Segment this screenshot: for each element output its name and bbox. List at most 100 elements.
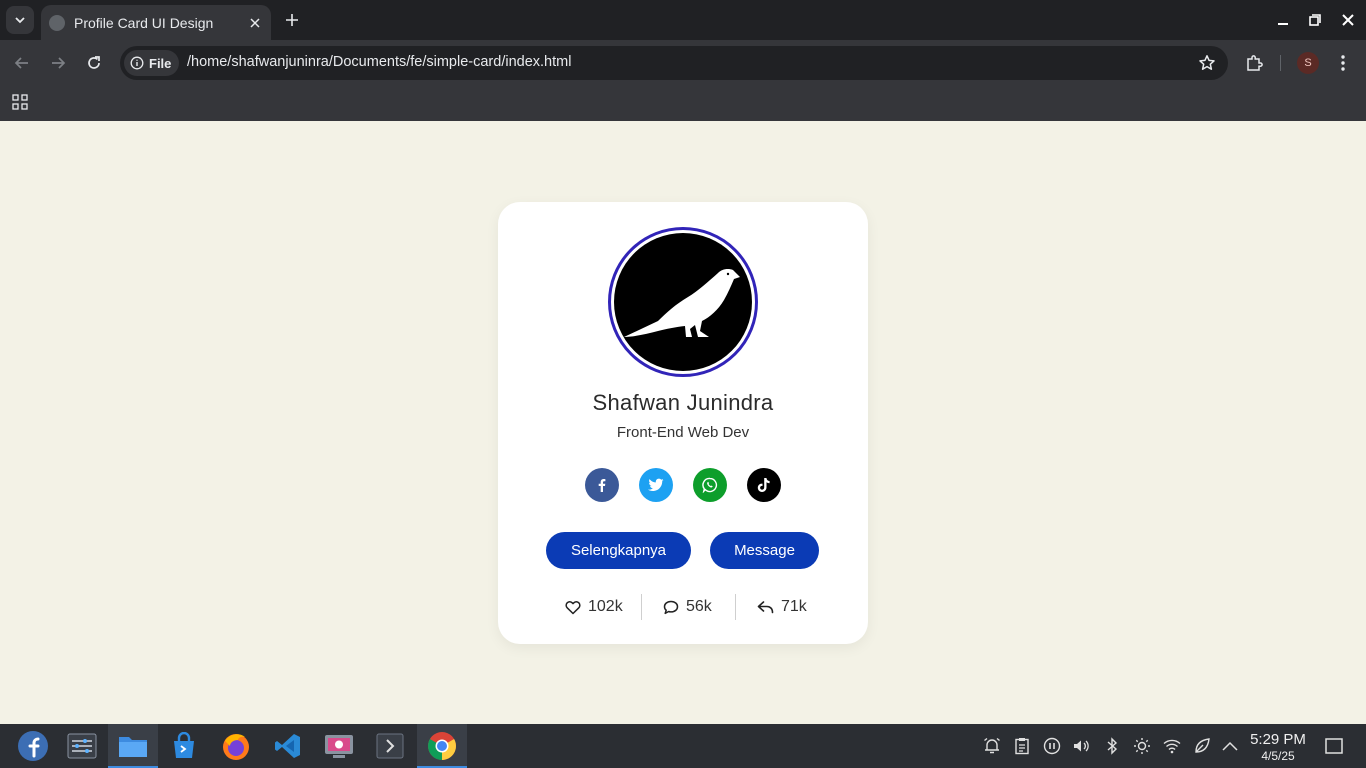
tab-search-button[interactable] (6, 6, 34, 34)
minimize-button[interactable] (1269, 8, 1297, 32)
reload-button[interactable] (81, 50, 107, 76)
menu-button[interactable] (1332, 52, 1354, 74)
puzzle-icon (1247, 55, 1263, 71)
url-text[interactable]: /home/shafwanjuninra/Documents/fe/simple… (187, 54, 571, 70)
tray-clipboard[interactable] (1013, 737, 1031, 755)
tray-media[interactable] (1043, 737, 1061, 755)
more-vert-icon (1341, 55, 1345, 71)
heart-icon (565, 600, 581, 614)
comments-count: 56k (686, 598, 712, 615)
chevron-up-icon (1222, 741, 1238, 751)
alarm-icon (984, 737, 1000, 754)
facebook-icon (598, 479, 606, 492)
taskbar-vscode[interactable] (263, 724, 313, 768)
terminal-icon (376, 733, 404, 759)
brightness-icon (1134, 738, 1150, 754)
restore-icon (1309, 14, 1321, 26)
taskbar: 5:29 PM 4/5/25 (0, 724, 1366, 768)
taskbar-software[interactable] (159, 724, 209, 768)
tray-volume[interactable] (1072, 737, 1090, 755)
site-info-chip[interactable]: File (124, 50, 180, 76)
avatar (608, 227, 758, 377)
whatsapp-link[interactable] (693, 468, 727, 502)
tiktok-link[interactable] (747, 468, 781, 502)
apps-button[interactable] (10, 92, 30, 112)
tray-notifications[interactable] (983, 737, 1001, 755)
comment-icon (663, 600, 679, 614)
taskbar-chrome[interactable] (417, 724, 467, 768)
tray-bluetooth[interactable] (1103, 737, 1121, 755)
leaf-icon (1195, 738, 1210, 753)
pause-icon (1043, 737, 1061, 755)
volume-icon (1074, 740, 1089, 752)
forward-button[interactable] (45, 50, 71, 76)
browser-tab[interactable]: Profile Card UI Design (41, 5, 271, 40)
plus-icon (286, 14, 298, 26)
stat-divider (641, 594, 642, 620)
social-links (585, 468, 781, 502)
action-buttons: Selengkapnya Message (546, 532, 819, 569)
profile-card: Shafwan Junindra Front-End Web Dev Selen… (498, 202, 868, 644)
facebook-link[interactable] (585, 468, 619, 502)
taskbar-settings[interactable] (57, 724, 107, 768)
likes-stat[interactable]: 102k (565, 594, 623, 620)
comments-stat[interactable]: 56k (663, 594, 712, 620)
clock-time[interactable]: 5:29 PM (1245, 731, 1311, 748)
tray-expand[interactable] (1221, 737, 1239, 755)
twitter-icon (648, 478, 664, 491)
apps-grid-icon (12, 94, 28, 110)
twitter-link[interactable] (639, 468, 673, 502)
show-desktop-button[interactable] (1325, 737, 1343, 755)
shares-stat[interactable]: 71k (757, 594, 807, 620)
new-tab-button[interactable] (280, 8, 304, 32)
profile-avatar[interactable]: S (1297, 52, 1319, 74)
toolbar-divider (1280, 55, 1281, 71)
stats-row: 102k 56k 71k (498, 594, 868, 620)
bluetooth-icon (1107, 737, 1118, 755)
taskbar-firefox[interactable] (211, 724, 261, 768)
back-button[interactable] (9, 50, 35, 76)
tiktok-icon (757, 478, 770, 492)
clock-date[interactable]: 4/5/25 (1245, 749, 1311, 763)
software-icon (174, 732, 194, 758)
screenshot-icon (325, 735, 353, 758)
taskbar-terminal[interactable] (365, 724, 415, 768)
close-icon (1342, 14, 1354, 26)
reload-icon (88, 56, 100, 69)
reply-icon (757, 601, 774, 614)
profile-role: Front-End Web Dev (616, 424, 750, 441)
likes-count: 102k (588, 598, 623, 615)
arrow-right-icon (52, 57, 66, 69)
files-icon (119, 737, 147, 757)
close-window-button[interactable] (1334, 8, 1362, 32)
message-button[interactable]: Message (710, 532, 819, 569)
page-viewport: Shafwan Junindra Front-End Web Dev Selen… (0, 121, 1366, 724)
taskbar-fedora[interactable] (8, 724, 58, 768)
wifi-icon (1163, 739, 1181, 754)
tray-wifi[interactable] (1163, 737, 1181, 755)
taskbar-files[interactable] (108, 724, 158, 768)
browser-toolbar: File /home/shafwanjuninra/Documents/fe/s… (0, 40, 1366, 86)
bookmark-star-icon[interactable] (1198, 54, 1216, 72)
extensions-button[interactable] (1243, 52, 1265, 74)
tray-brightness[interactable] (1133, 737, 1151, 755)
clipboard-icon (1015, 738, 1029, 755)
more-info-button[interactable]: Selengkapnya (546, 532, 691, 569)
tab-close-button[interactable] (243, 11, 267, 35)
profile-name: Shafwan Junindra (592, 390, 774, 415)
address-bar[interactable]: File /home/shafwanjuninra/Documents/fe/s… (120, 46, 1228, 80)
globe-icon (49, 14, 65, 31)
minimize-icon (1278, 23, 1288, 25)
bookmarks-bar (0, 86, 1366, 121)
info-icon (130, 56, 144, 70)
whatsapp-icon (702, 477, 718, 493)
settings-icon (67, 733, 97, 759)
chip-label: File (149, 55, 172, 71)
chevron-down-icon (15, 17, 25, 24)
taskbar-screenshot[interactable] (314, 724, 364, 768)
tray-power-profile[interactable] (1193, 737, 1211, 755)
restore-button[interactable] (1301, 8, 1329, 32)
fedora-icon (18, 731, 48, 761)
stat-divider (735, 594, 736, 620)
tab-title: Profile Card UI Design (74, 14, 214, 31)
